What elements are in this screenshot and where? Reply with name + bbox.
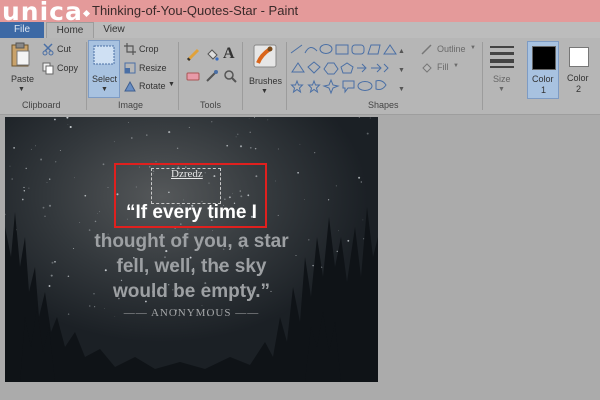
- select-icon: [93, 45, 115, 65]
- line-size-icon: [490, 46, 514, 68]
- cut-button[interactable]: Cut: [42, 43, 78, 57]
- canvas-area[interactable]: Dzredz “If every time I thought of you, …: [0, 115, 600, 400]
- select-label: Select: [92, 74, 118, 84]
- tab-file[interactable]: File: [0, 22, 44, 38]
- image-group-label: Image: [118, 100, 144, 110]
- text-tool-icon[interactable]: A: [223, 45, 235, 63]
- copy-icon: [42, 62, 54, 75]
- resize-icon: [124, 62, 136, 74]
- crop-label: Crop: [139, 44, 159, 54]
- brush-icon: [253, 44, 277, 68]
- watermark-logo: unica: [2, 0, 90, 26]
- resize-button[interactable]: Resize: [124, 62, 170, 76]
- brushes-label: Brushes: [249, 76, 283, 86]
- paste-button[interactable]: Paste ▼: [6, 40, 38, 98]
- fill-icon: [422, 63, 432, 73]
- color1-button[interactable]: Color 1: [527, 41, 559, 99]
- svg-text:▲: ▲: [398, 48, 405, 55]
- group-divider: [178, 42, 179, 110]
- svg-text:▼: ▼: [398, 86, 405, 93]
- brushes-button[interactable]: Brushes ▼: [246, 40, 284, 98]
- group-divider: [86, 42, 87, 110]
- chevron-down-icon: ▼: [470, 45, 476, 51]
- crop-button[interactable]: Crop: [124, 43, 164, 57]
- svg-text:▼: ▼: [398, 67, 405, 74]
- quote-author: —— ANONYMOUS ——: [123, 307, 260, 319]
- outline-label: Outline: [437, 44, 466, 54]
- size-button[interactable]: Size ▼: [486, 40, 518, 98]
- tab-view[interactable]: View: [96, 22, 132, 38]
- quote-line-4: would be empty.”: [113, 281, 270, 302]
- color-picker-icon[interactable]: [205, 69, 219, 83]
- title-bar: unica Thinking-of-You-Quotes-Star - Pain…: [0, 0, 600, 26]
- rotate-button[interactable]: Rotate ▼: [124, 80, 176, 94]
- watermark-dot: [82, 9, 90, 18]
- chevron-down-icon: ▼: [18, 86, 25, 93]
- pencil-icon[interactable]: [186, 48, 200, 62]
- color2-swatch: [569, 47, 589, 67]
- quote-line-1: “If every time I: [126, 202, 257, 223]
- chevron-down-icon: ▼: [101, 86, 108, 93]
- clipboard-group-label: Clipboard: [22, 100, 61, 110]
- quote-line-2: thought of you, a star: [94, 231, 289, 252]
- group-divider: [286, 42, 287, 110]
- tab-home[interactable]: Home: [46, 22, 94, 38]
- shapes-group-label: Shapes: [368, 100, 399, 110]
- group-divider: [242, 42, 243, 110]
- outline-dropdown[interactable]: Outline ▼: [420, 44, 476, 58]
- color1-number: 1: [541, 85, 547, 95]
- copy-button[interactable]: Copy: [42, 62, 82, 76]
- paste-icon: [11, 42, 30, 67]
- select-button[interactable]: Select ▼: [88, 40, 120, 98]
- outline-icon: [421, 44, 432, 55]
- chevron-down-icon: ▼: [453, 63, 459, 69]
- canvas-image[interactable]: Dzredz “If every time I thought of you, …: [5, 117, 378, 382]
- scissors-icon: [42, 43, 54, 56]
- rotate-icon: [124, 80, 136, 92]
- chevron-down-icon: ▼: [168, 81, 175, 88]
- group-divider: [482, 42, 483, 110]
- resize-label: Resize: [139, 63, 167, 73]
- fill-label: Fill: [437, 62, 449, 72]
- color2-number: 2: [576, 84, 582, 94]
- size-label: Size: [493, 74, 511, 84]
- shape-icons: ▲ ▼ ▼: [290, 44, 405, 95]
- chevron-down-icon: ▼: [498, 86, 505, 93]
- copy-label: Copy: [57, 63, 79, 73]
- fill-dropdown[interactable]: Fill ▼: [420, 62, 460, 76]
- paste-label: Paste: [11, 74, 35, 84]
- tab-bar: File Home View: [0, 22, 600, 38]
- color1-swatch: [532, 46, 556, 70]
- color1-label: Color: [532, 74, 554, 84]
- eraser-icon[interactable]: [186, 70, 200, 82]
- cut-label: Cut: [57, 44, 72, 54]
- rotate-label: Rotate: [139, 81, 166, 91]
- crop-icon: [124, 43, 136, 55]
- shapes-gallery[interactable]: ▲ ▼ ▼: [290, 43, 408, 95]
- color2-button[interactable]: Color 2: [563, 41, 595, 99]
- fill-bucket-icon[interactable]: [205, 48, 219, 62]
- ribbon: Paste ▼ Cut Copy Clipboard Select ▼ Crop…: [0, 38, 600, 115]
- quote-line-3: fell, well, the sky: [116, 256, 267, 277]
- window-title: Thinking-of-You-Quotes-Star - Paint: [92, 3, 299, 18]
- chevron-down-icon: ▼: [261, 88, 268, 95]
- tools-group-label: Tools: [200, 100, 222, 110]
- color2-label: Color: [567, 73, 589, 83]
- magnifier-icon[interactable]: [223, 69, 237, 83]
